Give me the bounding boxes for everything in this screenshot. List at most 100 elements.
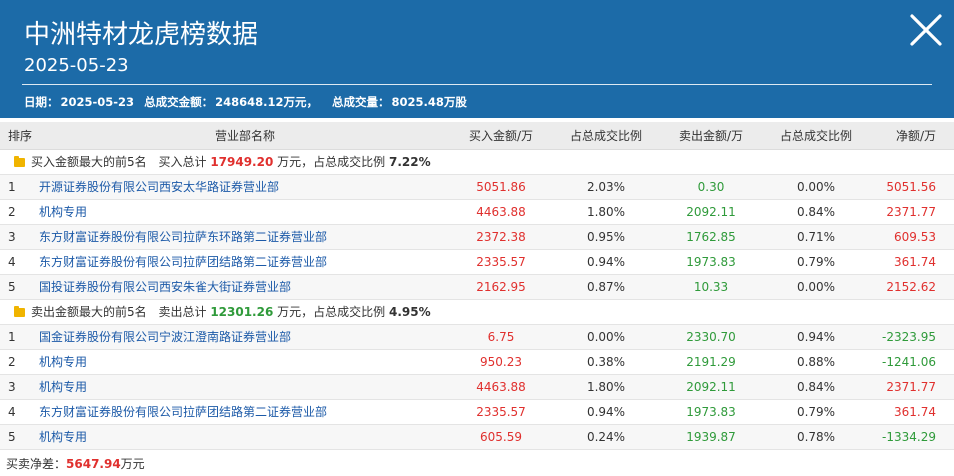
row-net-amount: -1241.06 <box>882 354 936 369</box>
sell-total-unit: 万元，占总成交比例 <box>277 305 386 319</box>
row-buy-ratio: 0.94% <box>586 404 626 419</box>
row-buy-amount: 5051.86 <box>476 179 526 194</box>
row-rank: 1 <box>8 329 16 344</box>
row-rank: 3 <box>8 379 16 394</box>
table-row: 5 国投证券股份有限公司西安朱雀大街证券营业部 2162.95 0.87% 10.33 0… <box>0 274 954 300</box>
header-panel: 中洲特材龙虎榜数据 2025-05-23 日期： 2025-05-23 总成交金额… <box>0 0 954 118</box>
row-sell-amount: 2092.11 <box>686 379 736 394</box>
net-difference: 买卖净差：5647.94万元 <box>6 455 145 473</box>
close-icon <box>910 14 942 46</box>
table-row: 3 东方财富证券股份有限公司拉萨东环路第二证券营业部 2372.38 0.95% 176… <box>0 224 954 250</box>
row-branch-name[interactable]: 开源证券股份有限公司西安太华路证券营业部 <box>39 180 279 194</box>
buy-total-label: 买入总计 <box>158 155 207 169</box>
col-buy-ratio[interactable]: 占总成交比例 <box>551 122 661 150</box>
row-branch-name[interactable]: 机构专用 <box>39 430 87 444</box>
summary-turnover-value: 248648.12万元， <box>215 95 318 109</box>
row-sell-ratio: 0.00% <box>796 279 836 294</box>
row-sell-ratio: 0.79% <box>796 254 836 269</box>
row-sell-ratio: 0.84% <box>796 379 836 394</box>
row-buy-amount: 2162.95 <box>476 279 526 294</box>
sell-total-ratio: 4.95% <box>389 305 431 319</box>
row-buy-ratio: 0.94% <box>586 254 626 269</box>
dragon-tiger-table: 排序 营业部名称 买入金额/万 占总成交比例 卖出金额/万 占总成交比例 净额/… <box>0 122 954 450</box>
row-rank: 3 <box>8 229 16 244</box>
row-sell-amount: 2330.70 <box>686 329 736 344</box>
row-net-amount: 609.53 <box>894 229 936 244</box>
table-row: 5 机构专用 605.59 0.24% 1939.87 0.78% -1334.29 <box>0 424 954 450</box>
header-divider <box>22 84 932 85</box>
row-sell-amount: 1762.85 <box>686 229 736 244</box>
row-net-amount: 2371.77 <box>886 379 936 394</box>
row-rank: 5 <box>8 429 16 444</box>
close-button[interactable] <box>904 8 948 52</box>
row-buy-amount: 6.75 <box>487 329 515 344</box>
net-difference-unit: 万元 <box>120 457 145 471</box>
row-buy-ratio: 1.80% <box>586 204 626 219</box>
table-row: 1 开源证券股份有限公司西安太华路证券营业部 5051.86 2.03% 0.30 0.0… <box>0 174 954 200</box>
row-rank: 1 <box>8 179 16 194</box>
row-net-amount: 361.74 <box>894 254 936 269</box>
col-sell-ratio[interactable]: 占总成交比例 <box>761 122 871 150</box>
row-branch-name[interactable]: 机构专用 <box>39 380 87 394</box>
col-sell-amount[interactable]: 卖出金额/万 <box>661 122 761 150</box>
buy-section: 买入金额最大的前5名 买入总计 17949.20 万元，占总成交比例 7.22%… <box>0 149 954 300</box>
row-sell-amount: 10.33 <box>693 279 729 294</box>
row-rank: 4 <box>8 404 16 419</box>
row-buy-amount: 2372.38 <box>476 229 526 244</box>
col-buy-amount[interactable]: 买入金额/万 <box>451 122 551 150</box>
buy-total-value: 17949.20 <box>210 155 274 169</box>
row-sell-amount: 0.30 <box>697 179 725 194</box>
table-row: 2 机构专用 950.23 0.38% 2191.29 0.88% -1241.06 <box>0 349 954 375</box>
page-title: 中洲特材龙虎榜数据 <box>24 20 259 50</box>
row-buy-ratio: 1.80% <box>586 379 626 394</box>
col-net-amount[interactable]: 净额/万 <box>871 122 954 150</box>
row-net-amount: 5051.56 <box>886 179 936 194</box>
table-row: 4 东方财富证券股份有限公司拉萨团结路第二证券营业部 2335.57 0.94% 197… <box>0 399 954 425</box>
row-sell-ratio: 0.84% <box>796 204 836 219</box>
row-sell-ratio: 0.00% <box>796 179 836 194</box>
row-buy-amount: 4463.88 <box>476 204 526 219</box>
table-row: 4 东方财富证券股份有限公司拉萨团结路第二证券营业部 2335.57 0.94% 197… <box>0 249 954 275</box>
summary-volume-label: 总成交量： <box>331 95 390 109</box>
row-sell-amount: 1939.87 <box>686 429 736 444</box>
folder-icon <box>14 156 25 167</box>
summary-turnover-label: 总成交金额： <box>144 95 214 109</box>
row-buy-ratio: 0.38% <box>586 354 626 369</box>
row-buy-ratio: 0.87% <box>586 279 626 294</box>
row-buy-ratio: 0.95% <box>586 229 626 244</box>
buy-section-prefix: 买入金额最大的前5名 <box>31 155 147 169</box>
row-branch-name[interactable]: 东方财富证券股份有限公司拉萨团结路第二证券营业部 <box>39 255 327 269</box>
sell-section-header: 卖出金额最大的前5名 卖出总计 12301.26 万元，占总成交比例 4.95% <box>0 299 954 325</box>
row-sell-ratio: 0.94% <box>796 329 836 344</box>
buy-total-ratio: 7.22% <box>389 155 431 169</box>
row-buy-ratio: 0.24% <box>586 429 626 444</box>
row-branch-name[interactable]: 国金证券股份有限公司宁波江澄南路证券营业部 <box>39 330 291 344</box>
row-net-amount: 2371.77 <box>886 204 936 219</box>
row-buy-amount: 950.23 <box>480 354 522 369</box>
row-branch-name[interactable]: 机构专用 <box>39 355 87 369</box>
row-rank: 4 <box>8 254 16 269</box>
row-buy-amount: 605.59 <box>480 429 522 444</box>
buy-section-header: 买入金额最大的前5名 买入总计 17949.20 万元，占总成交比例 7.22% <box>0 149 954 175</box>
table-row: 1 国金证券股份有限公司宁波江澄南路证券营业部 6.75 0.00% 2330.70 0.… <box>0 324 954 350</box>
row-buy-amount: 2335.57 <box>476 404 526 419</box>
col-branch-name[interactable]: 营业部名称 <box>33 122 451 150</box>
row-branch-name[interactable]: 机构专用 <box>39 205 87 219</box>
row-sell-amount: 1973.83 <box>686 254 736 269</box>
row-sell-ratio: 0.79% <box>796 404 836 419</box>
row-buy-amount: 4463.88 <box>476 379 526 394</box>
row-rank: 2 <box>8 204 16 219</box>
table-row: 3 机构专用 4463.88 1.80% 2092.11 0.84% 2371.77 <box>0 374 954 400</box>
row-branch-name[interactable]: 国投证券股份有限公司西安朱雀大街证券营业部 <box>39 280 291 294</box>
row-buy-ratio: 2.03% <box>586 179 626 194</box>
row-net-amount: 2152.62 <box>886 279 936 294</box>
buy-total-unit: 万元，占总成交比例 <box>277 155 386 169</box>
summary-volume-value: 8025.48万股 <box>391 95 467 109</box>
folder-icon <box>14 306 25 317</box>
row-branch-name[interactable]: 东方财富证券股份有限公司拉萨团结路第二证券营业部 <box>39 405 327 419</box>
summary-date-label: 日期： <box>24 95 59 109</box>
row-buy-amount: 2335.57 <box>476 254 526 269</box>
row-branch-name[interactable]: 东方财富证券股份有限公司拉萨东环路第二证券营业部 <box>39 230 327 244</box>
col-rank[interactable]: 排序 <box>0 122 33 150</box>
sell-total-label: 卖出总计 <box>158 305 207 319</box>
